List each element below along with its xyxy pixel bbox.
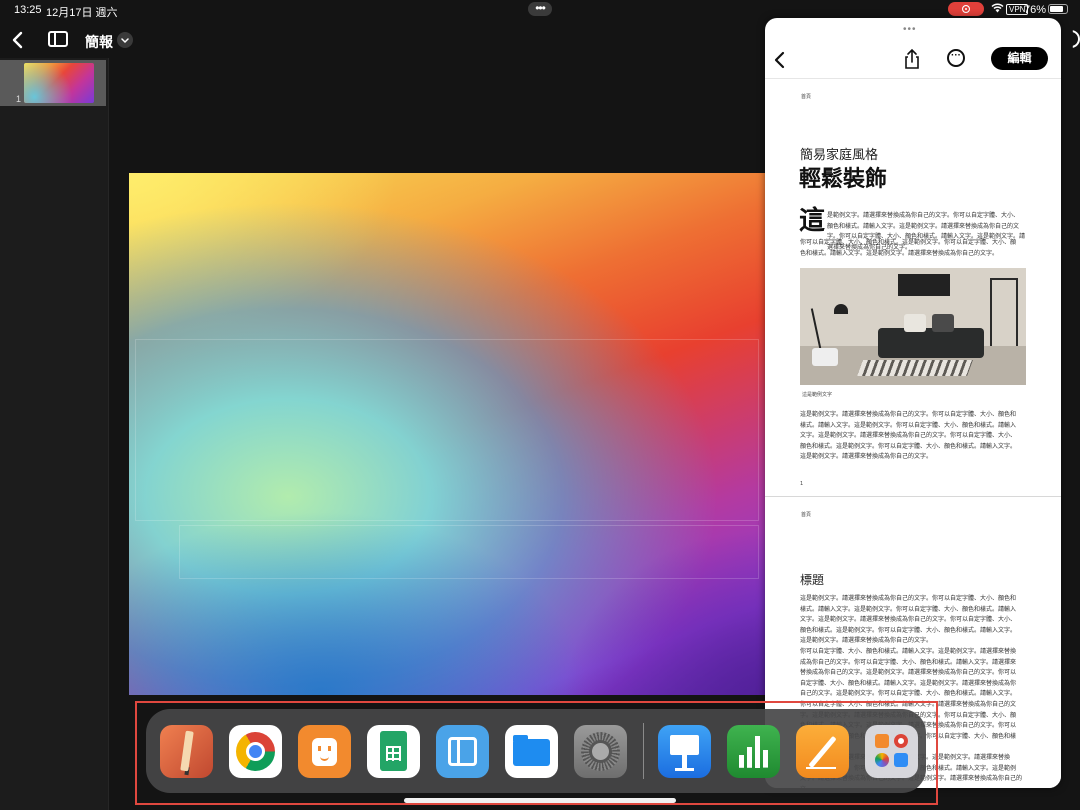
battery-percent: 76%	[1024, 4, 1047, 16]
photo-part	[812, 348, 838, 366]
slide-thumbnail-image[interactable]	[24, 63, 94, 103]
page-title: 標題	[800, 573, 825, 587]
status-time: 13:25	[14, 4, 42, 16]
photo-part	[834, 304, 848, 314]
slide-canvas[interactable]	[129, 173, 765, 695]
edit-button[interactable]: 編輯	[991, 47, 1048, 70]
subtitle-placeholder[interactable]	[179, 525, 759, 579]
pages-slideover-window: ••• ··· 編輯 首頁 簡易家庭風格 輕鬆裝飾 這 是範例文字。請選擇來替換…	[765, 18, 1061, 788]
page-headline: 輕鬆裝飾	[799, 167, 888, 192]
document-title[interactable]: 簡報	[85, 32, 113, 52]
photo-part	[904, 314, 926, 332]
home-indicator[interactable]	[404, 798, 676, 803]
back-chevron-icon[interactable]	[771, 50, 789, 75]
title-placeholder[interactable]	[135, 339, 759, 521]
slideover-grabber[interactable]: •••	[903, 24, 917, 35]
wifi-icon	[991, 3, 1004, 16]
page-header: 首頁	[801, 94, 812, 100]
photo-part	[898, 274, 950, 296]
screen-recording-icon[interactable]	[948, 2, 984, 16]
photo-part	[932, 314, 954, 332]
share-icon[interactable]	[903, 48, 921, 75]
slide-navigator: 1	[0, 58, 109, 810]
photo-part	[990, 278, 1018, 348]
intro-paragraph-continued: 你可以自定字體、大小、顏色和樣式。這是範例文字。你可以自定字體、大小、顏 色和樣…	[800, 239, 1017, 257]
page-number: 1	[800, 481, 804, 487]
slide-number: 1	[16, 94, 22, 104]
body-paragraph: 這是範例文字。請選擇來替換成為你自己的文字。你可以自定字體、大小、顏色和 樣式。…	[800, 595, 1017, 645]
status-bar: 13:25 12月17日 週六 ••• VPN 76%	[0, 0, 1080, 20]
document-page-1[interactable]: 首頁 簡易家庭風格 輕鬆裝飾 這 是範例文字。請選擇來替換成為你自己的文字。你可…	[765, 79, 1061, 497]
more-options-icon[interactable]: ···	[947, 49, 965, 67]
living-room-photo	[800, 268, 1026, 385]
partially-hidden-toolbar-icon[interactable]	[1072, 30, 1080, 48]
back-chevron-icon[interactable]	[8, 30, 28, 50]
battery-icon	[1048, 4, 1068, 14]
multitasking-dots-icon[interactable]: •••	[528, 2, 552, 16]
page-header: 首頁	[801, 512, 812, 518]
body-paragraph: 這是範例文字。請選擇來替換成為你自己的文字。你可以自定字體、大小、顏色和 樣式。…	[800, 411, 1017, 461]
slide-thumbnail-selected[interactable]: 1	[0, 60, 106, 106]
dock-highlight-box	[135, 701, 938, 805]
keynote-toolbar: 簡報	[0, 24, 760, 58]
title-menu-chevron-icon[interactable]	[117, 32, 133, 48]
photo-part	[878, 328, 984, 358]
drop-cap: 這	[799, 206, 826, 236]
photo-part	[857, 360, 973, 376]
photo-caption: 這是範例文字	[802, 392, 833, 398]
status-date: 12月17日 週六	[46, 7, 118, 19]
sidebar-toggle-icon[interactable]	[48, 31, 68, 47]
